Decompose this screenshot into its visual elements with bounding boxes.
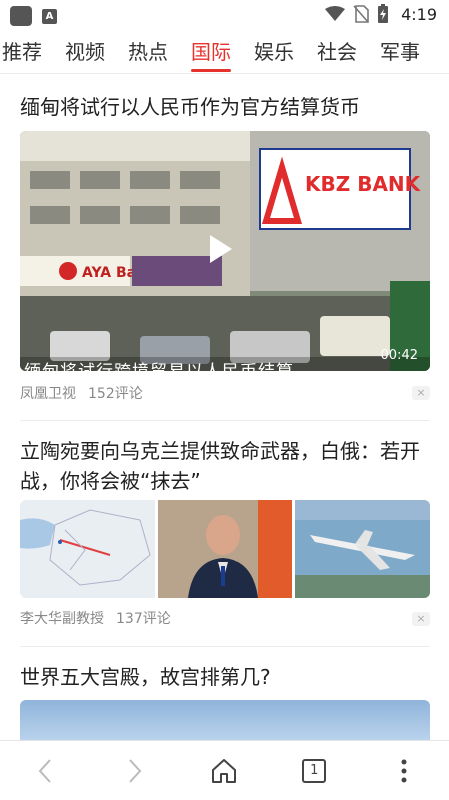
article-meta: 李大华副教授 137评论 × bbox=[20, 608, 430, 628]
tab-video[interactable]: 视频 bbox=[53, 34, 116, 73]
article-meta: 凤凰卫视 152评论 × bbox=[20, 383, 430, 403]
bottom-nav: 1 bbox=[0, 740, 449, 800]
tabs-button[interactable]: 1 bbox=[292, 749, 336, 793]
person-thumbnail[interactable] bbox=[157, 500, 293, 598]
news-card[interactable]: 缅甸将试行以人民币作为官方结算货币 bbox=[20, 92, 430, 122]
kbz-bank-sign: KBZ BANK bbox=[305, 172, 422, 196]
battery-charging-icon bbox=[378, 4, 389, 23]
a-notification-icon: A bbox=[42, 8, 57, 24]
dismiss-close-icon[interactable]: × bbox=[412, 612, 430, 626]
video-thumbnail[interactable]: KBZ BANK AYA Bank 缅甸将试行跨境贸易以人民币结算 00:42 bbox=[20, 131, 430, 371]
menu-button[interactable] bbox=[382, 749, 426, 793]
no-sim-icon bbox=[353, 5, 369, 23]
tab-international[interactable]: 国际 bbox=[179, 34, 242, 73]
forward-button[interactable] bbox=[113, 749, 157, 793]
article-title[interactable]: 世界五大宫殿，故宫排第几? bbox=[20, 662, 430, 692]
wifi-icon bbox=[325, 6, 346, 21]
palace-thumbnail[interactable] bbox=[20, 700, 430, 740]
comment-count: 152评论 bbox=[88, 386, 143, 402]
tab-military[interactable]: 军事 bbox=[368, 34, 431, 73]
tab-hot[interactable]: 热点 bbox=[116, 34, 179, 73]
comment-count: 137评论 bbox=[116, 611, 171, 627]
tab-count: 1 bbox=[302, 758, 327, 783]
divider bbox=[20, 646, 430, 647]
home-icon bbox=[212, 758, 237, 783]
app-notification-icon bbox=[10, 6, 32, 26]
status-bar: A 4:19 bbox=[0, 0, 449, 32]
video-caption: 缅甸将试行跨境贸易以人民币结算 bbox=[20, 357, 430, 371]
divider bbox=[20, 420, 430, 421]
article-title[interactable]: 立陶宛要向乌克兰提供致命武器，白俄：若开战，你将会被“抹去” bbox=[20, 436, 430, 496]
news-card[interactable]: 世界五大宫殿，故宫排第几? bbox=[20, 662, 430, 692]
tab-entertainment[interactable]: 娱乐 bbox=[242, 34, 305, 73]
category-tabs: 推荐 视频 热点 国际 娱乐 社会 军事 bbox=[0, 34, 449, 74]
home-button[interactable] bbox=[202, 749, 246, 793]
chevron-right-icon bbox=[128, 758, 142, 783]
dismiss-close-icon[interactable]: × bbox=[412, 386, 430, 400]
back-button[interactable] bbox=[23, 749, 67, 793]
chevron-left-icon bbox=[38, 758, 51, 783]
source-label: 李大华副教授 bbox=[20, 611, 104, 627]
more-vertical-icon bbox=[401, 759, 407, 782]
status-time: 4:19 bbox=[401, 4, 437, 24]
source-label: 凤凰卫视 bbox=[20, 386, 76, 402]
news-card[interactable]: 立陶宛要向乌克兰提供致命武器，白俄：若开战，你将会被“抹去” bbox=[20, 436, 430, 496]
jet-thumbnail[interactable] bbox=[295, 500, 430, 598]
image-thumbnails[interactable] bbox=[20, 500, 430, 598]
play-icon[interactable] bbox=[210, 235, 232, 263]
map-thumbnail[interactable] bbox=[20, 500, 155, 598]
article-title[interactable]: 缅甸将试行以人民币作为官方结算货币 bbox=[20, 92, 430, 122]
video-duration: 00:42 bbox=[380, 348, 418, 363]
tab-society[interactable]: 社会 bbox=[305, 34, 368, 73]
tab-recommend[interactable]: 推荐 bbox=[0, 34, 53, 73]
